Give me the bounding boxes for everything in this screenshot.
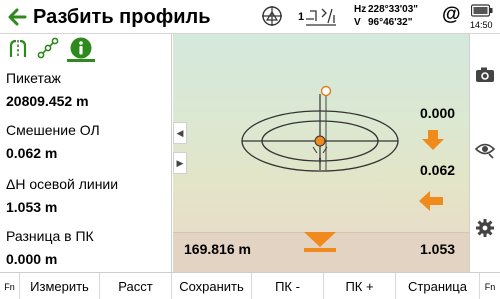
view-value-bottom-left: 169.816 m	[184, 241, 251, 257]
view-value-bottom-right: 1.053	[420, 241, 456, 257]
title-bar: Разбить профиль 1 Hz 228°33'03" V 96°46'32…	[0, 0, 500, 34]
right-toolbar	[469, 34, 500, 272]
setup-status[interactable]: 1	[292, 4, 342, 30]
clock: 14:50	[470, 20, 493, 30]
points-tab-icon[interactable]	[36, 36, 60, 60]
field-label-station-diff: Разница в ПК	[6, 228, 94, 244]
softkey-bar: Fn Измерить Расст Сохранить ПК - ПК + Ст…	[0, 272, 500, 299]
page-button[interactable]: Страница	[396, 273, 480, 299]
measure-button[interactable]: Измерить	[20, 273, 100, 299]
view-value-mid: 0.062	[420, 162, 456, 178]
field-label-station: Пикетаж	[6, 70, 61, 86]
down-arrow-icon	[422, 130, 444, 150]
at-sign-icon[interactable]: @	[442, 4, 461, 26]
v-label: V	[354, 17, 361, 28]
save-button[interactable]: Сохранить	[172, 273, 252, 299]
battery-icon	[471, 4, 493, 17]
v-value: 96°46'32"	[368, 17, 413, 28]
fn-left-button[interactable]: Fn	[0, 273, 20, 299]
field-value-dh: 1.053 m	[6, 199, 58, 215]
stakeout-view[interactable]: ◀ ▶ 0.000 0.062 169.816 m 1.053	[173, 34, 469, 272]
station-minus-button[interactable]: ПК -	[252, 273, 324, 299]
field-label-offset: Смешение ОЛ	[6, 122, 100, 138]
setup-icon	[306, 8, 336, 26]
station-icon[interactable]	[259, 4, 285, 30]
camera-icon[interactable]	[474, 64, 496, 86]
angle-readout: Hz 228°33'03" V 96°46'32"	[354, 3, 418, 29]
info-panel: Пикетаж 20809.452 m Смешение ОЛ 0.062 m …	[0, 34, 172, 272]
gear-icon[interactable]	[474, 217, 496, 239]
field-label-dh: ΔH осевой линии	[6, 176, 119, 192]
panel-tabs	[0, 34, 172, 62]
info-tab-icon[interactable]	[69, 36, 93, 60]
distance-button[interactable]: Расст	[100, 273, 172, 299]
hz-label: Hz	[354, 4, 367, 15]
fn-right-button[interactable]: Fn	[480, 273, 500, 299]
field-value-station-diff: 0.000 m	[6, 251, 58, 267]
hz-value: 228°33'03"	[368, 4, 419, 15]
field-value-offset: 0.062 m	[6, 145, 58, 161]
eye-icon[interactable]	[474, 138, 496, 160]
field-value-station: 20809.452 m	[6, 93, 89, 109]
back-arrow-icon[interactable]	[6, 6, 28, 28]
profile-tab-icon[interactable]	[6, 36, 30, 60]
left-arrow-icon	[419, 191, 443, 211]
height-down-icon	[304, 232, 336, 252]
selected-tab-indicator	[67, 59, 95, 62]
page-title: Разбить профиль	[33, 6, 211, 28]
station-plus-button[interactable]: ПК +	[324, 273, 396, 299]
view-value-top: 0.000	[420, 105, 456, 121]
